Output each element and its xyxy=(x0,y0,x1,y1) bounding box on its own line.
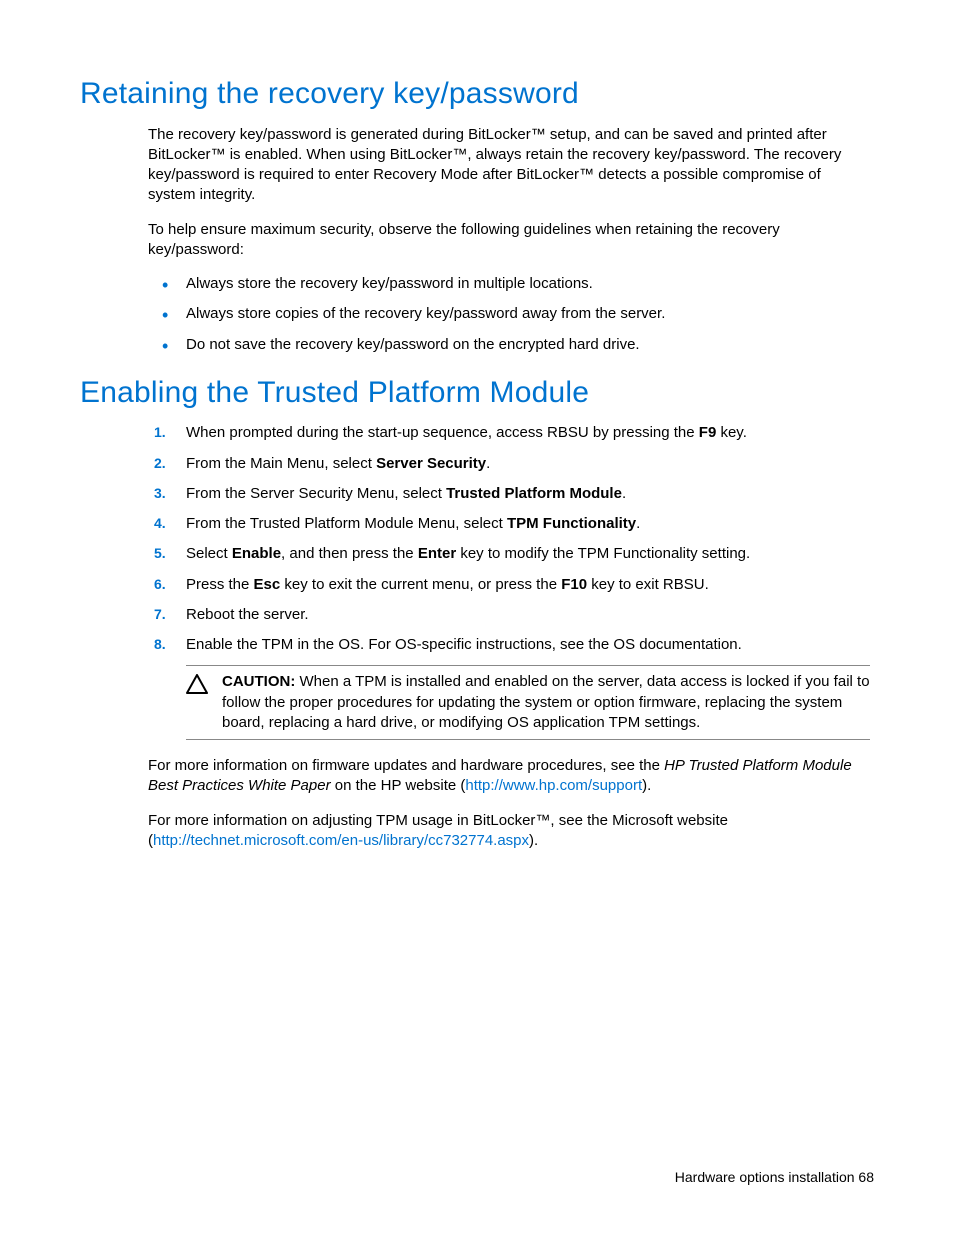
text: For more information on firmware updates… xyxy=(148,757,664,774)
link-hp-support[interactable]: http://www.hp.com/support xyxy=(465,777,642,794)
para: The recovery key/password is generated d… xyxy=(148,125,870,206)
list-item: Press the Esc key to exit the current me… xyxy=(148,575,870,595)
text: key. xyxy=(716,424,747,441)
text: key to exit the current menu, or press t… xyxy=(280,576,561,593)
list-item: Enable the TPM in the OS. For OS-specifi… xyxy=(148,635,870,655)
text: , and then press the xyxy=(281,545,418,562)
list-item: Always store copies of the recovery key/… xyxy=(148,304,870,324)
text-bold: F9 xyxy=(699,424,717,441)
list-item: Do not save the recovery key/password on… xyxy=(148,335,870,355)
text-bold: Enter xyxy=(418,545,456,562)
text: When a TPM is installed and enabled on t… xyxy=(222,673,870,731)
list-item: When prompted during the start-up sequen… xyxy=(148,423,870,443)
list-item: Always store the recovery key/password i… xyxy=(148,274,870,294)
text: From the Trusted Platform Module Menu, s… xyxy=(186,515,507,532)
text: From the Server Security Menu, select xyxy=(186,485,446,502)
text-bold: Esc xyxy=(254,576,281,593)
text-bold: Trusted Platform Module xyxy=(446,485,622,502)
page-footer: Hardware options installation 68 xyxy=(675,1168,874,1187)
text: . xyxy=(636,515,640,532)
caution-text: CAUTION: When a TPM is installed and ena… xyxy=(222,672,870,733)
text-bold: F10 xyxy=(561,576,587,593)
heading-enabling-tpm: Enabling the Trusted Platform Module xyxy=(80,373,874,414)
text: From the Main Menu, select xyxy=(186,455,376,472)
caution-label: CAUTION: xyxy=(222,673,295,690)
para: For more information on firmware updates… xyxy=(148,756,870,797)
text: Press the xyxy=(186,576,254,593)
text-bold: TPM Functionality xyxy=(507,515,636,532)
list-item: From the Trusted Platform Module Menu, s… xyxy=(148,514,870,534)
link-ms-technet[interactable]: http://technet.microsoft.com/en-us/libra… xyxy=(153,832,529,849)
text: . xyxy=(486,455,490,472)
text: key to modify the TPM Functionality sett… xyxy=(456,545,750,562)
list-item: Select Enable, and then press the Enter … xyxy=(148,544,870,564)
para: For more information on adjusting TPM us… xyxy=(148,811,870,852)
para: To help ensure maximum security, observe… xyxy=(148,220,870,261)
text: on the HP website ( xyxy=(331,777,466,794)
text: Select xyxy=(186,545,232,562)
text-bold: Server Security xyxy=(376,455,486,472)
text: ). xyxy=(529,832,538,849)
ordered-steps: When prompted during the start-up sequen… xyxy=(148,423,870,655)
text-bold: Enable xyxy=(232,545,281,562)
bullet-list: Always store the recovery key/password i… xyxy=(148,274,870,355)
text: ). xyxy=(642,777,651,794)
page: Retaining the recovery key/password The … xyxy=(0,0,954,1235)
list-item: From the Main Menu, select Server Securi… xyxy=(148,454,870,474)
text: . xyxy=(622,485,626,502)
text: When prompted during the start-up sequen… xyxy=(186,424,699,441)
caution-box: CAUTION: When a TPM is installed and ena… xyxy=(186,665,870,740)
text: key to exit RBSU. xyxy=(587,576,709,593)
caution-icon xyxy=(186,674,208,700)
list-item: From the Server Security Menu, select Tr… xyxy=(148,484,870,504)
list-item: Reboot the server. xyxy=(148,605,870,625)
section1-body: The recovery key/password is generated d… xyxy=(148,125,870,355)
heading-retaining: Retaining the recovery key/password xyxy=(80,74,874,115)
section2-body: When prompted during the start-up sequen… xyxy=(148,423,870,851)
